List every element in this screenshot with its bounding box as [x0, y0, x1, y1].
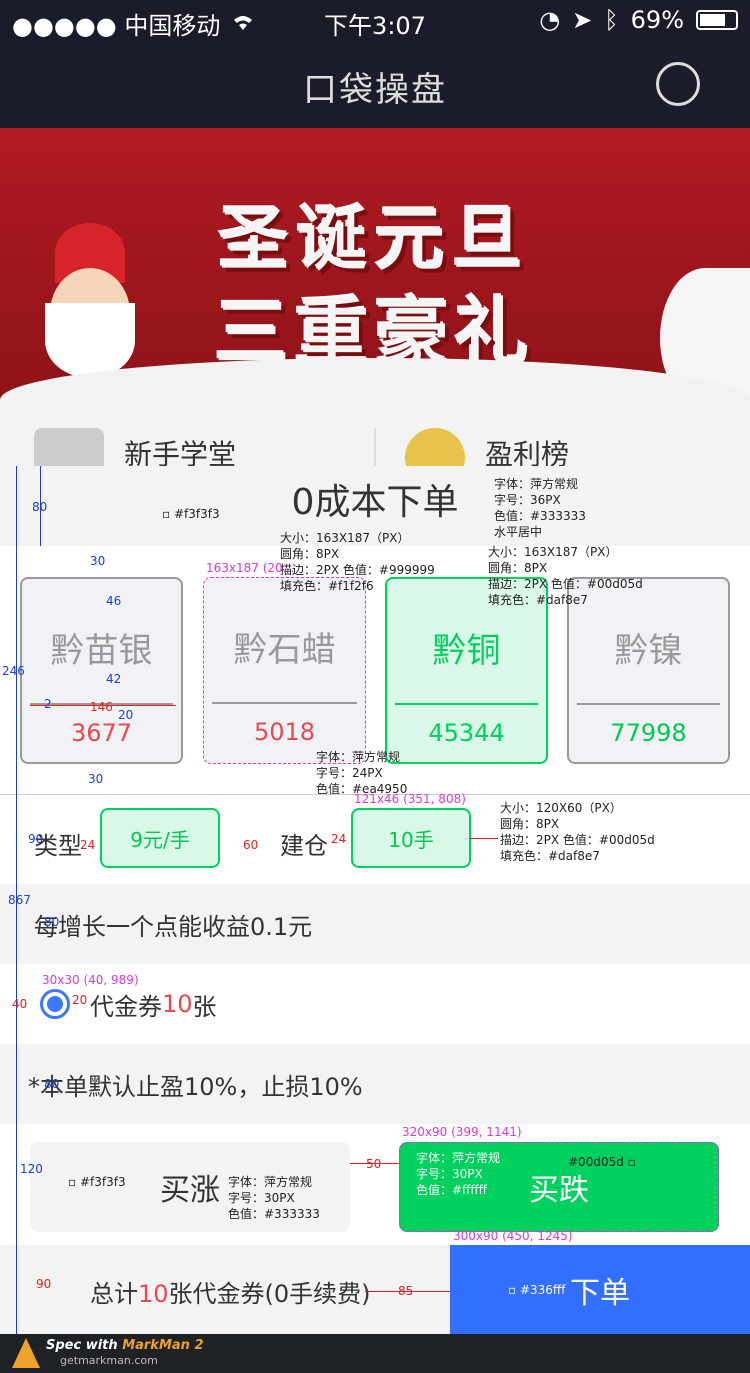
divider: [577, 703, 720, 705]
measure-label: 80: [32, 500, 48, 514]
battery-icon: [696, 10, 738, 30]
product-name: 黔石蜡: [233, 630, 336, 670]
total-text: 总计10张代金券(0手续费): [90, 1274, 371, 1309]
measure-line: [365, 1291, 450, 1292]
order-sheet: 0成本下单 黔苗银 3677 黔石蜡 5018 黔铜 45344 黔镍 7799…: [0, 466, 750, 1335]
down-dimension: 320x90 (399, 1141): [402, 1125, 522, 1139]
order-dimension: 300x90 (450, 1245): [453, 1229, 573, 1243]
headset-icon[interactable]: [656, 62, 700, 106]
measure-label: 24: [80, 838, 96, 852]
price-annotation: 字体：萍方常规 字号：24PX 色值：#ea4950: [316, 750, 408, 796]
measure-label: 867: [8, 893, 31, 907]
voucher-suffix: 张: [192, 992, 217, 1021]
build-option[interactable]: 10手: [351, 808, 471, 868]
product-price: 45344: [428, 719, 505, 747]
measure-label: 90: [28, 832, 44, 846]
product-name: 黔苗银: [50, 631, 153, 671]
quick-link-ranking[interactable]: 盈利榜: [405, 418, 569, 466]
battery-text: 69%: [630, 6, 684, 34]
quick-links: 新手学堂 盈利榜: [0, 418, 750, 466]
location-icon: ➤: [572, 6, 593, 34]
measure-label: 60: [243, 838, 259, 852]
measure-line: [350, 1163, 399, 1164]
total-suffix: 张代金券(0手续费): [168, 1280, 371, 1308]
gain-info: 每增长一个点能收益0.1元: [0, 884, 750, 964]
type-option[interactable]: 9元/手: [100, 808, 220, 868]
title-annotation: 字体：萍方常规 字号：36PX 色值：#333333 水平居中: [494, 477, 586, 539]
divider: [212, 702, 357, 704]
bg-annotation: ▫ #f3f3f3: [162, 507, 220, 521]
card-active-annotation: 大小：163X187（PX） 圆角：8PX 描边：2PX 色值：#00d05d 填充色…: [488, 545, 643, 607]
measure-label: 90: [36, 1277, 52, 1291]
pill-dimension: 121x46 (351, 808): [354, 792, 466, 806]
product-card[interactable]: 黔石蜡 5018: [203, 577, 366, 764]
status-bar: ●●●●● 中国移动 下午3:07 ◔ ➤ ᛒ 69%: [0, 0, 750, 40]
footer-spec: Spec with MarkMan 2: [46, 1338, 204, 1353]
measure-label: 80: [44, 1077, 60, 1091]
measure-label: 46: [106, 594, 122, 608]
voucher-radio[interactable]: [40, 989, 70, 1019]
measure-label: 146: [90, 700, 113, 714]
total-prefix: 总计: [90, 1280, 138, 1308]
divider: [395, 703, 538, 705]
footer-url: getmarkman.com: [60, 1354, 158, 1367]
down-color-annotation: #00d05d ▫: [568, 1155, 636, 1169]
measure-label: 246: [2, 664, 25, 678]
measure-label: 40: [12, 997, 28, 1011]
lock-rotation-icon: ◔: [539, 6, 561, 34]
markman-logo-icon: [12, 1338, 40, 1368]
radio-dimension: 30x30 (40, 989): [42, 973, 139, 987]
measure-label: 20: [72, 993, 88, 1007]
product-name: 黔铜: [432, 631, 501, 671]
product-name: 黔镍: [614, 631, 683, 671]
voucher-count: 10: [162, 990, 193, 1018]
down-annotation: 字体：萍方常规 字号：30PX 色值：#ffffff: [416, 1151, 501, 1197]
product-price: 3677: [70, 719, 133, 747]
divider: [374, 428, 376, 466]
order-color-annotation: ▫ #336fff: [508, 1283, 566, 1297]
card-dimension: 163x187 (20…: [206, 561, 295, 575]
page-title: 口袋操盘: [303, 70, 447, 110]
measure-label: 120: [20, 1162, 43, 1176]
stop-info: *本单默认止盈10%，止损10%: [0, 1044, 750, 1124]
measure-label: 2: [44, 697, 52, 711]
measure-label: 24: [331, 832, 347, 846]
quick-link-label: 新手学堂: [124, 438, 237, 466]
measure-line: [470, 838, 498, 839]
measure-label: 30: [88, 772, 104, 786]
markman-footer: Spec with MarkMan 2 getmarkman.com: [0, 1334, 750, 1373]
measure-label: 30: [90, 554, 106, 568]
product-price: 77998: [610, 719, 687, 747]
trophy-icon: [405, 428, 465, 466]
total-count: 10: [138, 1280, 169, 1308]
build-label: 建仓: [280, 832, 328, 860]
stop-text: *本单默认止盈10%，止损10%: [28, 1072, 363, 1101]
product-card[interactable]: 黔苗银 3677: [20, 577, 183, 764]
gain-text: 每增长一个点能收益0.1元: [34, 912, 313, 941]
classroom-icon: [34, 428, 104, 466]
quick-link-label: 盈利榜: [485, 438, 570, 466]
measure-label: 42: [106, 672, 122, 686]
card-annotation: 大小：163X187（PX） 圆角：8PX 描边：2PX 色值：#999999 填充色…: [280, 531, 435, 593]
product-price: 5018: [253, 718, 316, 746]
measure-label: 20: [118, 708, 134, 722]
measure-line: [30, 705, 176, 706]
bluetooth-icon: ᛒ: [604, 6, 619, 34]
up-annotation: 字体：萍方常规 字号：30PX 色值：#333333: [228, 1175, 320, 1221]
quick-link-beginner[interactable]: 新手学堂: [34, 418, 236, 466]
voucher-prefix: 代金券: [90, 992, 162, 1021]
up-bg-annotation: ▫ #f3f3f3: [68, 1175, 126, 1189]
nav-bar: 口袋操盘: [0, 40, 750, 128]
measure-label: 80: [44, 915, 60, 929]
pill-annotation: 大小：120X60（PX） 圆角：8PX 描边：2PX 色值：#00d05d 填充色：…: [500, 801, 655, 863]
banner-line-1: 圣诞元旦: [219, 197, 531, 280]
place-order-button[interactable]: 下单: [450, 1245, 750, 1335]
promo-banner[interactable]: 圣诞元旦 三重豪礼: [0, 128, 750, 418]
measure-label: 50: [366, 1157, 382, 1171]
